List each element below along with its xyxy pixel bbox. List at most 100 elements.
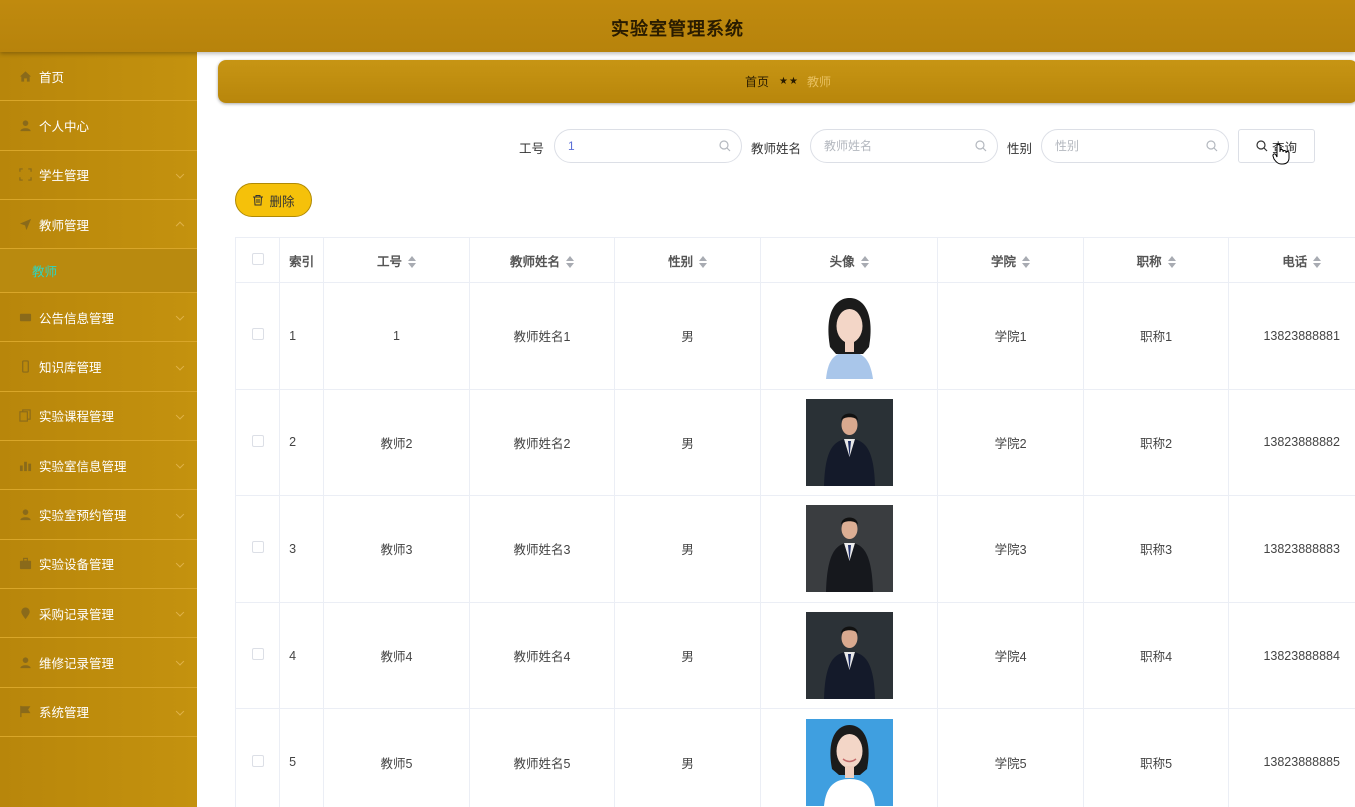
flag-icon: [18, 705, 32, 719]
chevron-down-icon: [175, 509, 185, 519]
breadcrumb-separator: ★★: [779, 76, 799, 87]
header-phone[interactable]: 电话: [1228, 237, 1355, 283]
header-gender[interactable]: 性别: [614, 237, 761, 283]
breadcrumb-home[interactable]: 首页: [745, 73, 769, 90]
table-row: 2 教师2 教师姓名2 男 学院2 职称2 13823888882: [234, 388, 1355, 497]
header-title[interactable]: 职称: [1082, 237, 1230, 283]
row-checkbox[interactable]: [251, 328, 264, 341]
gender-input[interactable]: [1042, 130, 1228, 162]
cell-id: 1: [323, 282, 470, 390]
cell-avatar: [759, 495, 939, 603]
cell-name: 教师姓名3: [468, 495, 616, 603]
sidebar-item-teachers[interactable]: 教师管理: [0, 200, 197, 250]
sort-icon[interactable]: [407, 256, 416, 269]
female-portrait-image[interactable]: [805, 292, 893, 380]
chevron-down-icon: [175, 169, 185, 179]
sidebar-item-lab-booking[interactable]: 实验室预约管理: [0, 490, 197, 540]
breadcrumb-current: 教师: [806, 75, 831, 89]
sidebar-subitem-teacher[interactable]: 教师: [0, 249, 197, 294]
female-portrait-image[interactable]: [805, 718, 893, 806]
sidebar-item-label: 实验课程管理: [39, 410, 115, 425]
sidebar-item-label: 实验设备管理: [39, 558, 115, 573]
chevron-down-icon: [175, 312, 185, 321]
sidebar-item-system[interactable]: 系统管理: [0, 688, 197, 737]
hand-cursor-icon: [1272, 144, 1290, 165]
row-checkbox[interactable]: [251, 648, 264, 661]
cell-college: 学院3: [937, 495, 1084, 603]
sidebar-item-label: 知识库管理: [39, 361, 102, 376]
user-icon: [18, 655, 32, 669]
header-college[interactable]: 学院: [937, 237, 1084, 283]
delete-button[interactable]: 删除: [235, 183, 312, 217]
row-checkbox[interactable]: [251, 754, 264, 767]
male-portrait-image[interactable]: [805, 505, 893, 593]
sidebar-item-announcements[interactable]: 公告信息管理: [0, 293, 197, 343]
table-row: 1 1 教师姓名1 男 学院1 职称1 13823888881: [234, 282, 1355, 390]
frame-icon: [18, 168, 32, 182]
gender-input-wrapper: [1041, 129, 1229, 163]
id-input[interactable]: [555, 130, 741, 162]
sort-icon[interactable]: [699, 256, 708, 269]
header-name[interactable]: 教师姓名: [468, 237, 616, 283]
user-icon: [18, 508, 32, 522]
breadcrumb: 首页 ★★ 教师: [218, 60, 1355, 103]
main-content: 首页 ★★ 教师 工号 教师姓名 性别 查询 删除: [197, 52, 1355, 807]
cell-id: 教师3: [323, 495, 470, 603]
cell-index: 2: [279, 388, 325, 497]
id-input-wrapper: [554, 129, 742, 163]
user-icon: [18, 118, 32, 132]
sidebar-item-home[interactable]: 首页: [0, 52, 197, 102]
sidebar-item-label: 教师管理: [39, 218, 90, 233]
cell-id: 教师2: [323, 388, 470, 497]
sidebar-item-lab-info[interactable]: 实验室信息管理: [0, 441, 197, 491]
sidebar-item-profile[interactable]: 个人中心: [0, 101, 197, 151]
cell-phone: 13823888885: [1228, 708, 1355, 807]
sidebar-item-repairs[interactable]: 维修记录管理: [0, 638, 197, 688]
sidebar-item-purchases[interactable]: 采购记录管理: [0, 589, 197, 639]
header-label: 学院: [991, 254, 1017, 269]
cell-name: 教师姓名4: [468, 601, 616, 710]
chevron-down-icon: [175, 361, 185, 371]
male-portrait-image[interactable]: [805, 612, 893, 700]
sort-icon[interactable]: [1313, 256, 1322, 269]
search-icon: [975, 140, 987, 152]
row-checkbox[interactable]: [251, 541, 264, 554]
row-select-cell: [234, 708, 281, 807]
teacher-name-input[interactable]: [811, 130, 997, 162]
sidebar-item-label: 维修记录管理: [39, 656, 115, 671]
chevron-down-icon: [175, 608, 185, 617]
cell-avatar: [759, 601, 939, 710]
cell-gender: 男: [614, 388, 761, 497]
card-icon: [18, 310, 32, 324]
table-header-row: 索引 工号 教师姓名 性别 头像 学院 职称 电话: [234, 237, 1355, 283]
sidebar-item-knowledge[interactable]: 知识库管理: [0, 342, 197, 392]
sort-icon[interactable]: [566, 256, 575, 269]
chevron-down-icon: [175, 411, 185, 420]
male-portrait-image[interactable]: [805, 398, 893, 486]
teacher-name-input-wrapper: [810, 129, 998, 163]
teacher-name-label: 教师姓名: [751, 142, 802, 156]
top-bar: 实验室管理系统: [0, 0, 1355, 52]
header-id[interactable]: 工号: [323, 237, 470, 283]
cell-name: 教师姓名2: [468, 388, 616, 497]
header-label: 教师姓名: [510, 254, 561, 269]
header-label: 头像: [829, 254, 855, 269]
chevron-down-icon: [175, 657, 185, 667]
sort-icon[interactable]: [860, 256, 869, 269]
sidebar-item-label: 实验室信息管理: [39, 459, 127, 474]
cell-college: 学院1: [937, 282, 1084, 390]
sidebar-item-label: 采购记录管理: [39, 607, 115, 622]
sort-icon[interactable]: [1167, 256, 1176, 269]
row-checkbox[interactable]: [251, 434, 264, 447]
sidebar-item-courses[interactable]: 实验课程管理: [0, 392, 197, 442]
sort-icon[interactable]: [1022, 256, 1031, 269]
sidebar-item-label: 公告信息管理: [39, 311, 115, 326]
sidebar-item-students[interactable]: 学生管理: [0, 151, 197, 200]
header-index: 索引: [279, 237, 325, 283]
table-row: 3 教师3 教师姓名3 男 学院3 职称3 13823888883: [234, 495, 1355, 603]
select-all-checkbox[interactable]: [251, 252, 264, 265]
teacher-table: 索引 工号 教师姓名 性别 头像 学院 职称 电话 1 1 教师姓名1 男 学院…: [234, 237, 1355, 807]
sidebar-item-equipment[interactable]: 实验设备管理: [0, 540, 197, 589]
header-avatar[interactable]: 头像: [759, 237, 939, 283]
copy-icon: [18, 409, 32, 423]
